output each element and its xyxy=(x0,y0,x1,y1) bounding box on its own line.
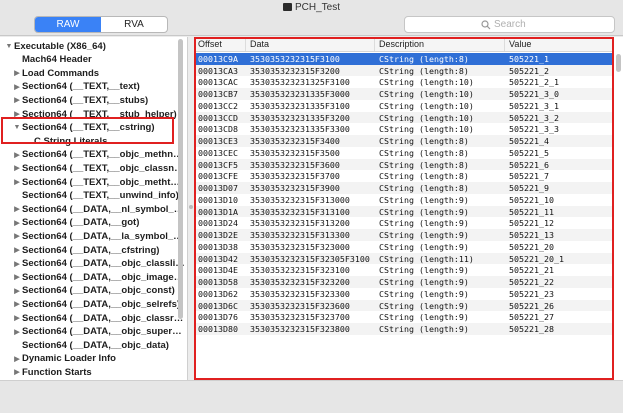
sidebar-item[interactable]: ▶ Load Commands xyxy=(0,66,99,80)
sidebar-item-label: Section64 (__DATA,__cfstring) xyxy=(22,244,160,256)
disclosure-collapsed-icon[interactable]: ▶ xyxy=(12,355,22,363)
sidebar-item[interactable]: Section64 (__DATA,__objc_data) xyxy=(0,338,169,352)
sidebar-item[interactable]: ▶ Section64 (__DATA,__la_symbol_… xyxy=(0,229,183,243)
app-window: PCH_Test RAW RVA ▶Symbol Table▶Function … xyxy=(0,0,623,413)
sidebar-item-label: Section64 (__DATA,__objc_super… xyxy=(22,326,182,338)
disclosure-collapsed-icon[interactable]: ▶ xyxy=(12,260,22,268)
sidebar-item[interactable]: ▶ Section64 (__DATA,__objc_classr… xyxy=(0,311,183,325)
sidebar-item-label: Section64 (__DATA,__nl_symbol_… xyxy=(22,203,184,215)
sidebar-item-label: Function Starts xyxy=(22,366,92,378)
sidebar-scroll-thumb[interactable] xyxy=(178,39,183,319)
sidebar-item[interactable]: Mach64 Header xyxy=(0,53,92,67)
sidebar-item[interactable]: ▶ Section64 (__TEXT,__stubs) xyxy=(0,93,148,107)
disclosure-collapsed-icon[interactable]: ▶ xyxy=(12,368,22,376)
sidebar-item-label: Section64 (__DATA,__objc_classr… xyxy=(22,312,184,324)
disclosure-collapsed-icon[interactable]: ▶ xyxy=(12,232,22,240)
sidebar-item[interactable]: ▶ Section64 (__DATA,__objc_image… xyxy=(0,270,183,284)
disclosure-collapsed-icon[interactable]: ▶ xyxy=(12,164,22,172)
search-field[interactable] xyxy=(404,16,615,33)
disclosure-collapsed-icon[interactable]: ▶ xyxy=(12,219,22,227)
sidebar-item-label: Section64 (__TEXT,__objc_classn… xyxy=(22,162,184,174)
bottom-bar xyxy=(0,380,623,413)
sidebar-item-label: Section64 (__TEXT,__objc_methn… xyxy=(22,149,183,161)
sidebar-item-label: Executable (X86_64) xyxy=(14,40,106,52)
table-highlight-box xyxy=(194,37,614,380)
structure-tree: ▶Symbol Table▶Function Starts▶Dynamic Lo… xyxy=(0,37,188,380)
sidebar-item-label: Mach64 Header xyxy=(22,54,92,66)
cstring-highlight-box xyxy=(1,117,174,144)
sidebar-item[interactable]: ▶ Section64 (__TEXT,__objc_metht… xyxy=(0,175,180,189)
disclosure-collapsed-icon[interactable]: ▶ xyxy=(12,246,22,254)
disclosure-collapsed-icon[interactable]: ▶ xyxy=(12,300,22,308)
disclosure-collapsed-icon[interactable]: ▶ xyxy=(12,205,22,213)
sidebar-item[interactable]: ▶ Section64 (__DATA,__cfstring) xyxy=(0,243,159,257)
sidebar-item[interactable]: ▶ Section64 (__TEXT,__text) xyxy=(0,80,140,94)
disclosure-collapsed-icon[interactable]: ▶ xyxy=(12,273,22,281)
tab-raw[interactable]: RAW xyxy=(35,17,101,32)
sidebar-item-label: Section64 (__DATA,__la_symbol_… xyxy=(22,230,183,242)
sidebar-item-label: Load Commands xyxy=(22,67,100,79)
sidebar-item-label: Section64 (__DATA,__objc_selrefs) xyxy=(22,298,181,310)
sidebar-item[interactable]: ▶ Section64 (__DATA,__objc_super… xyxy=(0,325,182,339)
sidebar-item[interactable]: ▼ Executable (X86_64) xyxy=(0,39,106,53)
sidebar-scrollbar[interactable] xyxy=(177,37,184,380)
divider-handle[interactable] xyxy=(189,205,193,209)
search-input[interactable] xyxy=(494,19,594,30)
address-mode-segmented-control: RAW RVA xyxy=(34,16,168,33)
disclosure-collapsed-icon[interactable]: ▶ xyxy=(12,287,22,295)
sidebar-item-label: Section64 (__DATA,__got) xyxy=(22,217,140,229)
disclosure-collapsed-icon[interactable]: ▶ xyxy=(12,178,22,186)
sidebar-item[interactable]: ▶ Section64 (__DATA,__nl_symbol_… xyxy=(0,202,183,216)
sidebar-item[interactable]: ▶ Section64 (__DATA,__objc_const) xyxy=(0,284,175,298)
table-scroll-thumb[interactable] xyxy=(616,54,621,72)
disclosure-expanded-icon[interactable]: ▼ xyxy=(4,43,14,50)
sidebar-item-label: Section64 (__TEXT,__text) xyxy=(22,81,140,93)
disclosure-collapsed-icon[interactable]: ▶ xyxy=(12,83,22,91)
sidebar-item[interactable]: Section64 (__TEXT,__unwind_info) xyxy=(0,189,179,203)
sidebar-item-label: Section64 (__TEXT,__stubs) xyxy=(22,94,149,106)
sidebar-item-label: Dynamic Loader Info xyxy=(22,353,116,365)
sidebar-item[interactable]: ▶ Section64 (__DATA,__objc_selrefs) xyxy=(0,297,180,311)
disclosure-collapsed-icon[interactable]: ▶ xyxy=(12,151,22,159)
sidebar-item[interactable]: ▶ Dynamic Loader Info xyxy=(0,352,116,366)
disclosure-collapsed-icon[interactable]: ▶ xyxy=(12,314,22,322)
window-title: PCH_Test xyxy=(294,1,340,13)
search-icon xyxy=(481,19,491,29)
toolbar: RAW RVA xyxy=(0,14,623,36)
title-bar: PCH_Test xyxy=(0,0,623,14)
sidebar-item[interactable]: ▶ Section64 (__TEXT,__objc_methn… xyxy=(0,148,183,162)
sidebar-item[interactable]: ▶ Function Starts xyxy=(0,365,92,379)
sidebar-item-label: Section64 (__DATA,__objc_image… xyxy=(22,271,184,283)
table-scrollbar[interactable] xyxy=(615,52,622,380)
sidebar-item-label: Section64 (__DATA,__objc_classli… xyxy=(22,258,185,270)
sidebar-item-label: Section64 (__TEXT,__objc_metht… xyxy=(22,176,180,188)
disclosure-collapsed-icon[interactable]: ▶ xyxy=(12,96,22,104)
title-wrap: PCH_Test xyxy=(282,1,340,13)
data-table: Offset Data Description Value 00013C9A 35… xyxy=(194,37,623,380)
sidebar-item-label: Section64 (__DATA,__objc_data) xyxy=(22,339,169,351)
sidebar-item[interactable]: ▶ Section64 (__DATA,__objc_classli… xyxy=(0,257,185,271)
tab-rva[interactable]: RVA xyxy=(101,17,167,32)
sidebar-item-label: Section64 (__TEXT,__unwind_info) xyxy=(22,190,179,202)
sidebar-item-label: Section64 (__DATA,__objc_const) xyxy=(22,285,175,297)
disclosure-collapsed-icon[interactable]: ▶ xyxy=(12,69,22,77)
disclosure-collapsed-icon[interactable]: ▶ xyxy=(12,328,22,336)
sidebar-item[interactable]: ▶ Section64 (__TEXT,__objc_classn… xyxy=(0,161,184,175)
sidebar-item[interactable]: ▶ Section64 (__DATA,__got) xyxy=(0,216,139,230)
document-icon xyxy=(282,3,292,11)
